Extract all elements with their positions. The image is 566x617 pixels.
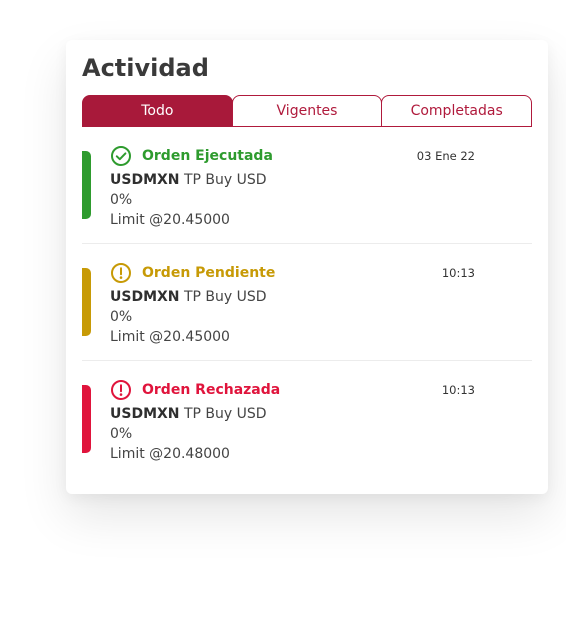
order-instrument: USDMXN TP Buy USD <box>110 405 267 423</box>
order-percent: 0% <box>110 192 133 208</box>
order-symbol: USDMXN <box>110 289 180 305</box>
activity-card: Actividad Todo Vigentes Completadas Orde… <box>66 40 548 494</box>
order-description: TP Buy USD <box>183 289 267 305</box>
order-symbol: USDMXN <box>110 172 180 188</box>
page-title: Actividad <box>82 54 209 82</box>
order-description: TP Buy USD <box>183 406 267 422</box>
order-limit: Limit @20.45000 <box>110 212 230 228</box>
status-label: Orden Ejecutada <box>142 148 273 164</box>
order-symbol: USDMXN <box>110 406 180 422</box>
status-bar <box>82 151 91 219</box>
tab-vigentes[interactable]: Vigentes <box>231 95 383 127</box>
order-limit: Limit @20.48000 <box>110 446 230 462</box>
order-limit: Limit @20.45000 <box>110 329 230 345</box>
order-percent: 0% <box>110 426 133 442</box>
order-item-rejected[interactable]: Orden Rechazada 10:13 USDMXN TP Buy USD … <box>82 361 532 477</box>
order-instrument: USDMXN TP Buy USD <box>110 288 267 306</box>
order-time: 10:13 <box>441 383 475 397</box>
status-bar <box>82 385 91 453</box>
tab-completadas[interactable]: Completadas <box>381 95 533 127</box>
order-item-pending[interactable]: Orden Pendiente 10:13 USDMXN TP Buy USD … <box>82 244 532 361</box>
check-circle-icon <box>111 146 131 166</box>
order-time: 03 Ene 22 <box>416 149 475 163</box>
status-label: Orden Pendiente <box>142 265 276 281</box>
order-list: Orden Ejecutada 03 Ene 22 USDMXN TP Buy … <box>82 127 532 477</box>
order-percent: 0% <box>110 309 133 325</box>
order-instrument: USDMXN TP Buy USD <box>110 171 267 189</box>
status-label: Orden Rechazada <box>142 382 281 398</box>
tab-todo[interactable]: Todo <box>82 95 233 127</box>
alert-circle-icon <box>111 380 131 400</box>
order-time: 10:13 <box>441 266 475 280</box>
tab-bar: Todo Vigentes Completadas <box>82 95 533 127</box>
order-item-executed[interactable]: Orden Ejecutada 03 Ene 22 USDMXN TP Buy … <box>82 127 532 244</box>
order-description: TP Buy USD <box>183 172 267 188</box>
status-bar <box>82 268 91 336</box>
alert-circle-icon <box>111 263 131 283</box>
